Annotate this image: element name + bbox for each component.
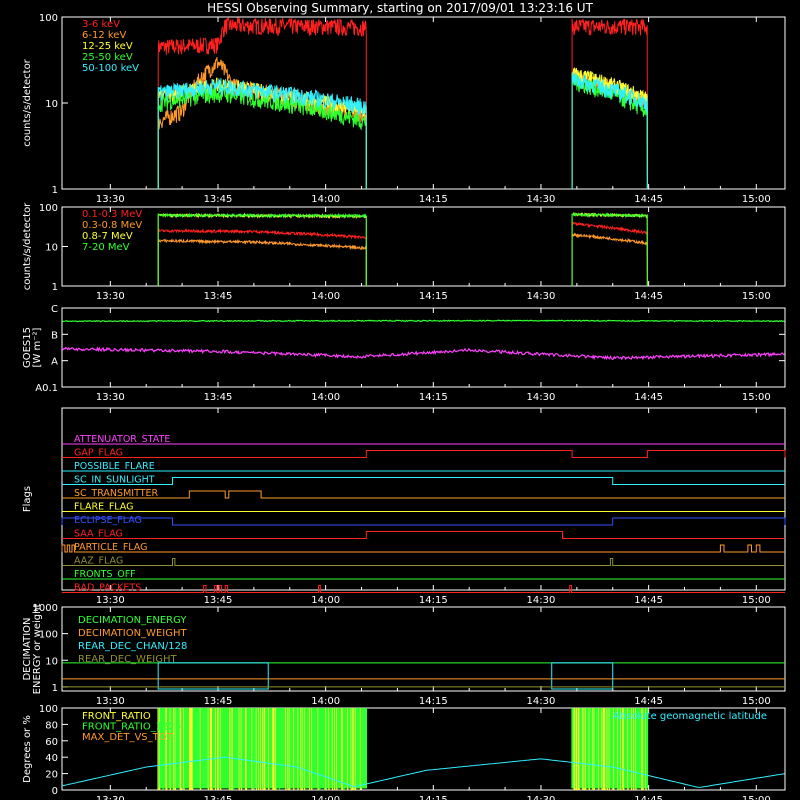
x-tick-label: 13:45 bbox=[204, 795, 233, 800]
x-tick-label: 14:15 bbox=[419, 392, 448, 403]
y-axis-label: [W m⁻²] bbox=[32, 327, 43, 367]
y-tick-label: B bbox=[51, 330, 58, 341]
x-tick-label: 14:30 bbox=[527, 194, 556, 205]
y-tick-label: 40 bbox=[45, 753, 58, 764]
legend-entry: REAR_DEC_WEIGHT bbox=[78, 654, 177, 665]
legend-entry: 6-12 keV bbox=[82, 30, 126, 41]
y-axis-label: Flags bbox=[22, 486, 33, 512]
x-tick-label: 13:45 bbox=[204, 595, 233, 606]
x-tick-label: 14:30 bbox=[527, 595, 556, 606]
x-tick-label: 13:30 bbox=[96, 392, 125, 403]
x-tick-label: 14:15 bbox=[419, 291, 448, 302]
y-tick-label: 100 bbox=[39, 203, 58, 214]
x-tick-label: 14:15 bbox=[419, 696, 448, 707]
y-tick-label: A bbox=[51, 357, 58, 368]
legend-entry: 7-20 MeV bbox=[82, 242, 130, 253]
y-axis-label: counts/s/detector bbox=[22, 58, 33, 146]
x-tick-label: 13:45 bbox=[204, 194, 233, 205]
hessi-summary-plot: HESSI Observing Summary, starting on 201… bbox=[0, 0, 800, 800]
legend-entry: 0.3-0.8 MeV bbox=[82, 220, 142, 231]
y-tick-label: 0 bbox=[52, 786, 58, 797]
x-tick-label: 15:00 bbox=[742, 795, 771, 800]
x-tick-label: 13:45 bbox=[204, 696, 233, 707]
x-tick-label: 15:00 bbox=[742, 392, 771, 403]
x-tick-label: 15:00 bbox=[742, 696, 771, 707]
x-tick-label: 14:45 bbox=[634, 291, 663, 302]
flag-label-flare-flag: FLARE_FLAG bbox=[74, 502, 134, 513]
x-tick-label: 13:45 bbox=[204, 392, 233, 403]
x-tick-label: 14:45 bbox=[634, 795, 663, 800]
x-tick-label: 14:00 bbox=[311, 795, 340, 800]
flag-label-attenuator-state: ATTENUATOR_STATE bbox=[74, 434, 170, 445]
y-tick-label: 20 bbox=[45, 770, 58, 781]
y-tick-label: 1 bbox=[52, 185, 58, 196]
x-tick-label: 14:15 bbox=[419, 795, 448, 800]
y-axis-label: counts/s/detector bbox=[22, 202, 33, 290]
x-tick-label: 13:30 bbox=[96, 291, 125, 302]
x-tick-label: 14:45 bbox=[634, 194, 663, 205]
flag-label-fronts-off: FRONTS_OFF bbox=[74, 569, 136, 580]
flag-label-aaz-flag: AAZ_FLAG bbox=[74, 556, 123, 567]
x-tick-label: 14:00 bbox=[311, 291, 340, 302]
x-tick-label: 14:30 bbox=[527, 291, 556, 302]
legend-entry: FRONT_RATIO bbox=[82, 711, 151, 722]
x-tick-label: 15:00 bbox=[742, 291, 771, 302]
y-tick-label: 100 bbox=[39, 704, 58, 715]
x-tick-label: 13:30 bbox=[96, 696, 125, 707]
x-tick-label: 15:00 bbox=[742, 595, 771, 606]
legend-entry: 0.1-0.3 MeV bbox=[82, 209, 142, 220]
y-tick-label: 1 bbox=[52, 282, 58, 293]
x-tick-label: 14:00 bbox=[311, 595, 340, 606]
x-tick-label: 14:45 bbox=[634, 595, 663, 606]
latitude-annotation: Absolute geomagnetic latitude bbox=[613, 711, 767, 722]
x-tick-label: 14:15 bbox=[419, 194, 448, 205]
x-tick-label: 13:45 bbox=[204, 291, 233, 302]
y-tick-label: 10 bbox=[45, 99, 58, 110]
y-axis-label: Degrees or % bbox=[22, 715, 33, 783]
x-tick-label: 15:00 bbox=[742, 194, 771, 205]
x-tick-label: 14:15 bbox=[419, 595, 448, 606]
x-tick-label: 14:30 bbox=[527, 696, 556, 707]
flag-label-eclipse-flag: ECLIPSE_FLAG bbox=[74, 515, 142, 526]
legend-entry: 0.8-7 MeV bbox=[82, 231, 133, 242]
flag-label-particle-flag: PARTICLE_FLAG bbox=[74, 542, 147, 553]
x-tick-label: 13:30 bbox=[96, 795, 125, 800]
legend-entry: REAR_DEC_CHAN/128 bbox=[78, 641, 187, 652]
flag-label-bad-packets: BAD_PACKETS bbox=[74, 583, 141, 594]
x-tick-label: 14:00 bbox=[311, 392, 340, 403]
x-tick-label: 14:00 bbox=[311, 194, 340, 205]
y-tick-label: 80 bbox=[45, 720, 58, 731]
legend-entry: FRONT_RATIO_1225 bbox=[82, 722, 181, 733]
legend-entry: 3-6 keV bbox=[82, 19, 120, 30]
legend-entry: MAX_DET_VS_TOT bbox=[82, 732, 174, 743]
y-tick-label: C bbox=[51, 304, 58, 315]
flag-label-sc-transmitter: SC_TRANSMITTER bbox=[74, 488, 159, 499]
y-tick-label: 10 bbox=[45, 656, 58, 667]
y-tick-label: 100 bbox=[39, 13, 58, 24]
x-tick-label: 14:30 bbox=[527, 392, 556, 403]
y-tick-label: A0.1 bbox=[35, 383, 58, 394]
legend-entry: DECIMATION_WEIGHT bbox=[78, 628, 187, 639]
legend-entry: 25-50 keV bbox=[82, 52, 133, 63]
chart-title: HESSI Observing Summary, starting on 201… bbox=[207, 1, 593, 15]
y-axis-label: ENERGY or weight bbox=[32, 604, 43, 695]
y-tick-label: 10 bbox=[45, 243, 58, 254]
x-tick-label: 13:30 bbox=[96, 595, 125, 606]
legend-entry: DECIMATION_ENERGY bbox=[78, 615, 187, 626]
y-tick-label: 1 bbox=[52, 683, 58, 694]
flag-label-gap-flag: GAP_FLAG bbox=[74, 448, 123, 459]
legend-entry: 50-100 keV bbox=[82, 63, 139, 74]
x-tick-label: 13:30 bbox=[96, 194, 125, 205]
flag-label-possible-flare: POSSIBLE_FLARE bbox=[74, 461, 155, 472]
x-tick-label: 14:30 bbox=[527, 795, 556, 800]
x-tick-label: 14:45 bbox=[634, 392, 663, 403]
flag-label-sc-in-sunlight: SC_IN_SUNLIGHT bbox=[74, 475, 155, 486]
flag-label-saa-flag: SAA_FLAG bbox=[74, 529, 123, 540]
y-tick-label: 60 bbox=[45, 737, 58, 748]
legend-entry: 12-25 keV bbox=[82, 41, 133, 52]
x-tick-label: 14:00 bbox=[311, 696, 340, 707]
x-tick-label: 14:45 bbox=[634, 696, 663, 707]
